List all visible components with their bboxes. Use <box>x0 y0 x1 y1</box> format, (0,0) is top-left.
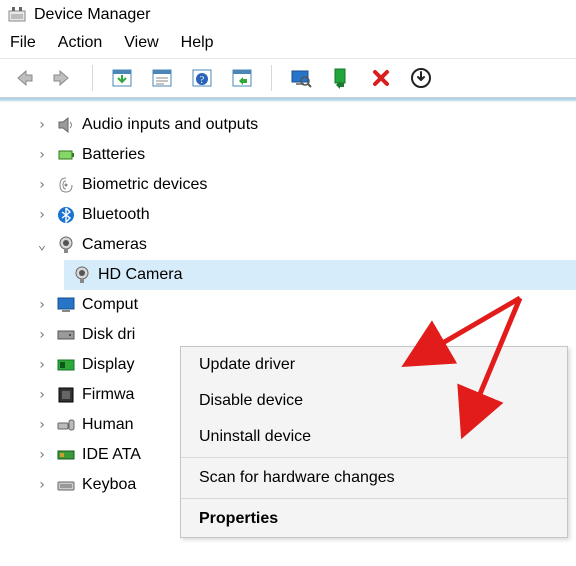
menubar: File Action View Help <box>0 28 576 59</box>
chevron-right-icon[interactable]: › <box>34 177 50 193</box>
remote-computer-icon[interactable] <box>288 65 314 91</box>
tree-node-biometric[interactable]: › Biometric devices <box>30 170 576 200</box>
tree-node-computer[interactable]: › Comput <box>30 290 576 320</box>
context-menu-uninstall-device[interactable]: Uninstall device <box>181 419 567 455</box>
tree-node-label: Human <box>82 417 134 433</box>
chevron-right-icon[interactable]: › <box>34 207 50 223</box>
chevron-right-icon[interactable]: › <box>34 357 50 373</box>
keyboard-icon <box>56 475 76 495</box>
tree-node-label: Cameras <box>82 237 147 253</box>
tree-node-bluetooth[interactable]: › Bluetooth <box>30 200 576 230</box>
tree-node-label: Batteries <box>82 147 145 163</box>
ide-controller-icon <box>56 445 76 465</box>
chevron-right-icon[interactable]: › <box>34 477 50 493</box>
tree-node-label: Firmwa <box>82 387 134 403</box>
chevron-right-icon[interactable]: › <box>34 147 50 163</box>
titlebar: Device Manager <box>0 0 576 28</box>
context-menu-properties[interactable]: Properties <box>181 501 567 537</box>
chevron-right-icon[interactable]: › <box>34 417 50 433</box>
tree-node-label: Keyboa <box>82 477 136 493</box>
context-menu: Update driver Disable device Uninstall d… <box>180 346 568 538</box>
menu-help[interactable]: Help <box>181 34 214 52</box>
disk-drive-icon <box>56 325 76 345</box>
camera-icon <box>56 235 76 255</box>
toolbar-separator <box>271 65 272 91</box>
tree-node-label: Comput <box>82 297 138 313</box>
tree-node-label: Biometric devices <box>82 177 207 193</box>
context-menu-separator <box>181 457 567 458</box>
chevron-right-icon[interactable]: › <box>34 117 50 133</box>
tree-node-label: Disk dri <box>82 327 135 343</box>
show-hide-console-tree-icon[interactable] <box>109 65 135 91</box>
tree-node-label: Audio inputs and outputs <box>82 117 258 133</box>
chevron-right-icon[interactable]: › <box>34 387 50 403</box>
chevron-right-icon[interactable]: › <box>34 447 50 463</box>
svg-text:?: ? <box>200 75 205 86</box>
firmware-icon <box>56 385 76 405</box>
context-menu-separator <box>181 498 567 499</box>
tree-node-audio[interactable]: › Audio inputs and outputs <box>30 110 576 140</box>
tree-node-label: Display <box>82 357 134 373</box>
chevron-right-icon[interactable]: › <box>34 327 50 343</box>
enable-device-icon[interactable] <box>328 65 354 91</box>
camera-icon <box>72 265 92 285</box>
tree-node-label: Bluetooth <box>82 207 150 223</box>
properties-toolbar-icon[interactable] <box>149 65 175 91</box>
update-driver-toolbar-icon[interactable] <box>408 65 434 91</box>
menu-view[interactable]: View <box>124 34 158 52</box>
monitor-icon <box>56 295 76 315</box>
context-menu-update-driver[interactable]: Update driver <box>181 347 567 383</box>
hid-icon <box>56 415 76 435</box>
context-menu-disable-device[interactable]: Disable device <box>181 383 567 419</box>
chevron-right-icon[interactable]: › <box>34 297 50 313</box>
context-menu-scan-hardware[interactable]: Scan for hardware changes <box>181 460 567 496</box>
app-icon <box>8 6 26 24</box>
speaker-icon <box>56 115 76 135</box>
toolbar-separator <box>92 65 93 91</box>
uninstall-device-toolbar-icon[interactable] <box>368 65 394 91</box>
tree-node-cameras[interactable]: ⌄ Cameras <box>30 230 576 260</box>
battery-icon <box>56 145 76 165</box>
bluetooth-icon <box>56 205 76 225</box>
menu-file[interactable]: File <box>10 34 36 52</box>
tree-node-label: IDE ATA <box>82 447 141 463</box>
window-title: Device Manager <box>34 6 151 24</box>
forward-icon[interactable] <box>50 65 76 91</box>
tree-node-batteries[interactable]: › Batteries <box>30 140 576 170</box>
chevron-down-icon[interactable]: ⌄ <box>34 237 50 253</box>
menu-action[interactable]: Action <box>58 34 102 52</box>
tree-node-hd-camera[interactable]: HD Camera <box>64 260 576 290</box>
back-icon[interactable] <box>10 65 36 91</box>
fingerprint-icon <box>56 175 76 195</box>
tree-node-label: HD Camera <box>98 267 182 283</box>
display-adapter-icon <box>56 355 76 375</box>
help-toolbar-icon[interactable]: ? <box>189 65 215 91</box>
scan-hardware-toolbar-icon[interactable] <box>229 65 255 91</box>
toolbar: ? <box>0 59 576 98</box>
